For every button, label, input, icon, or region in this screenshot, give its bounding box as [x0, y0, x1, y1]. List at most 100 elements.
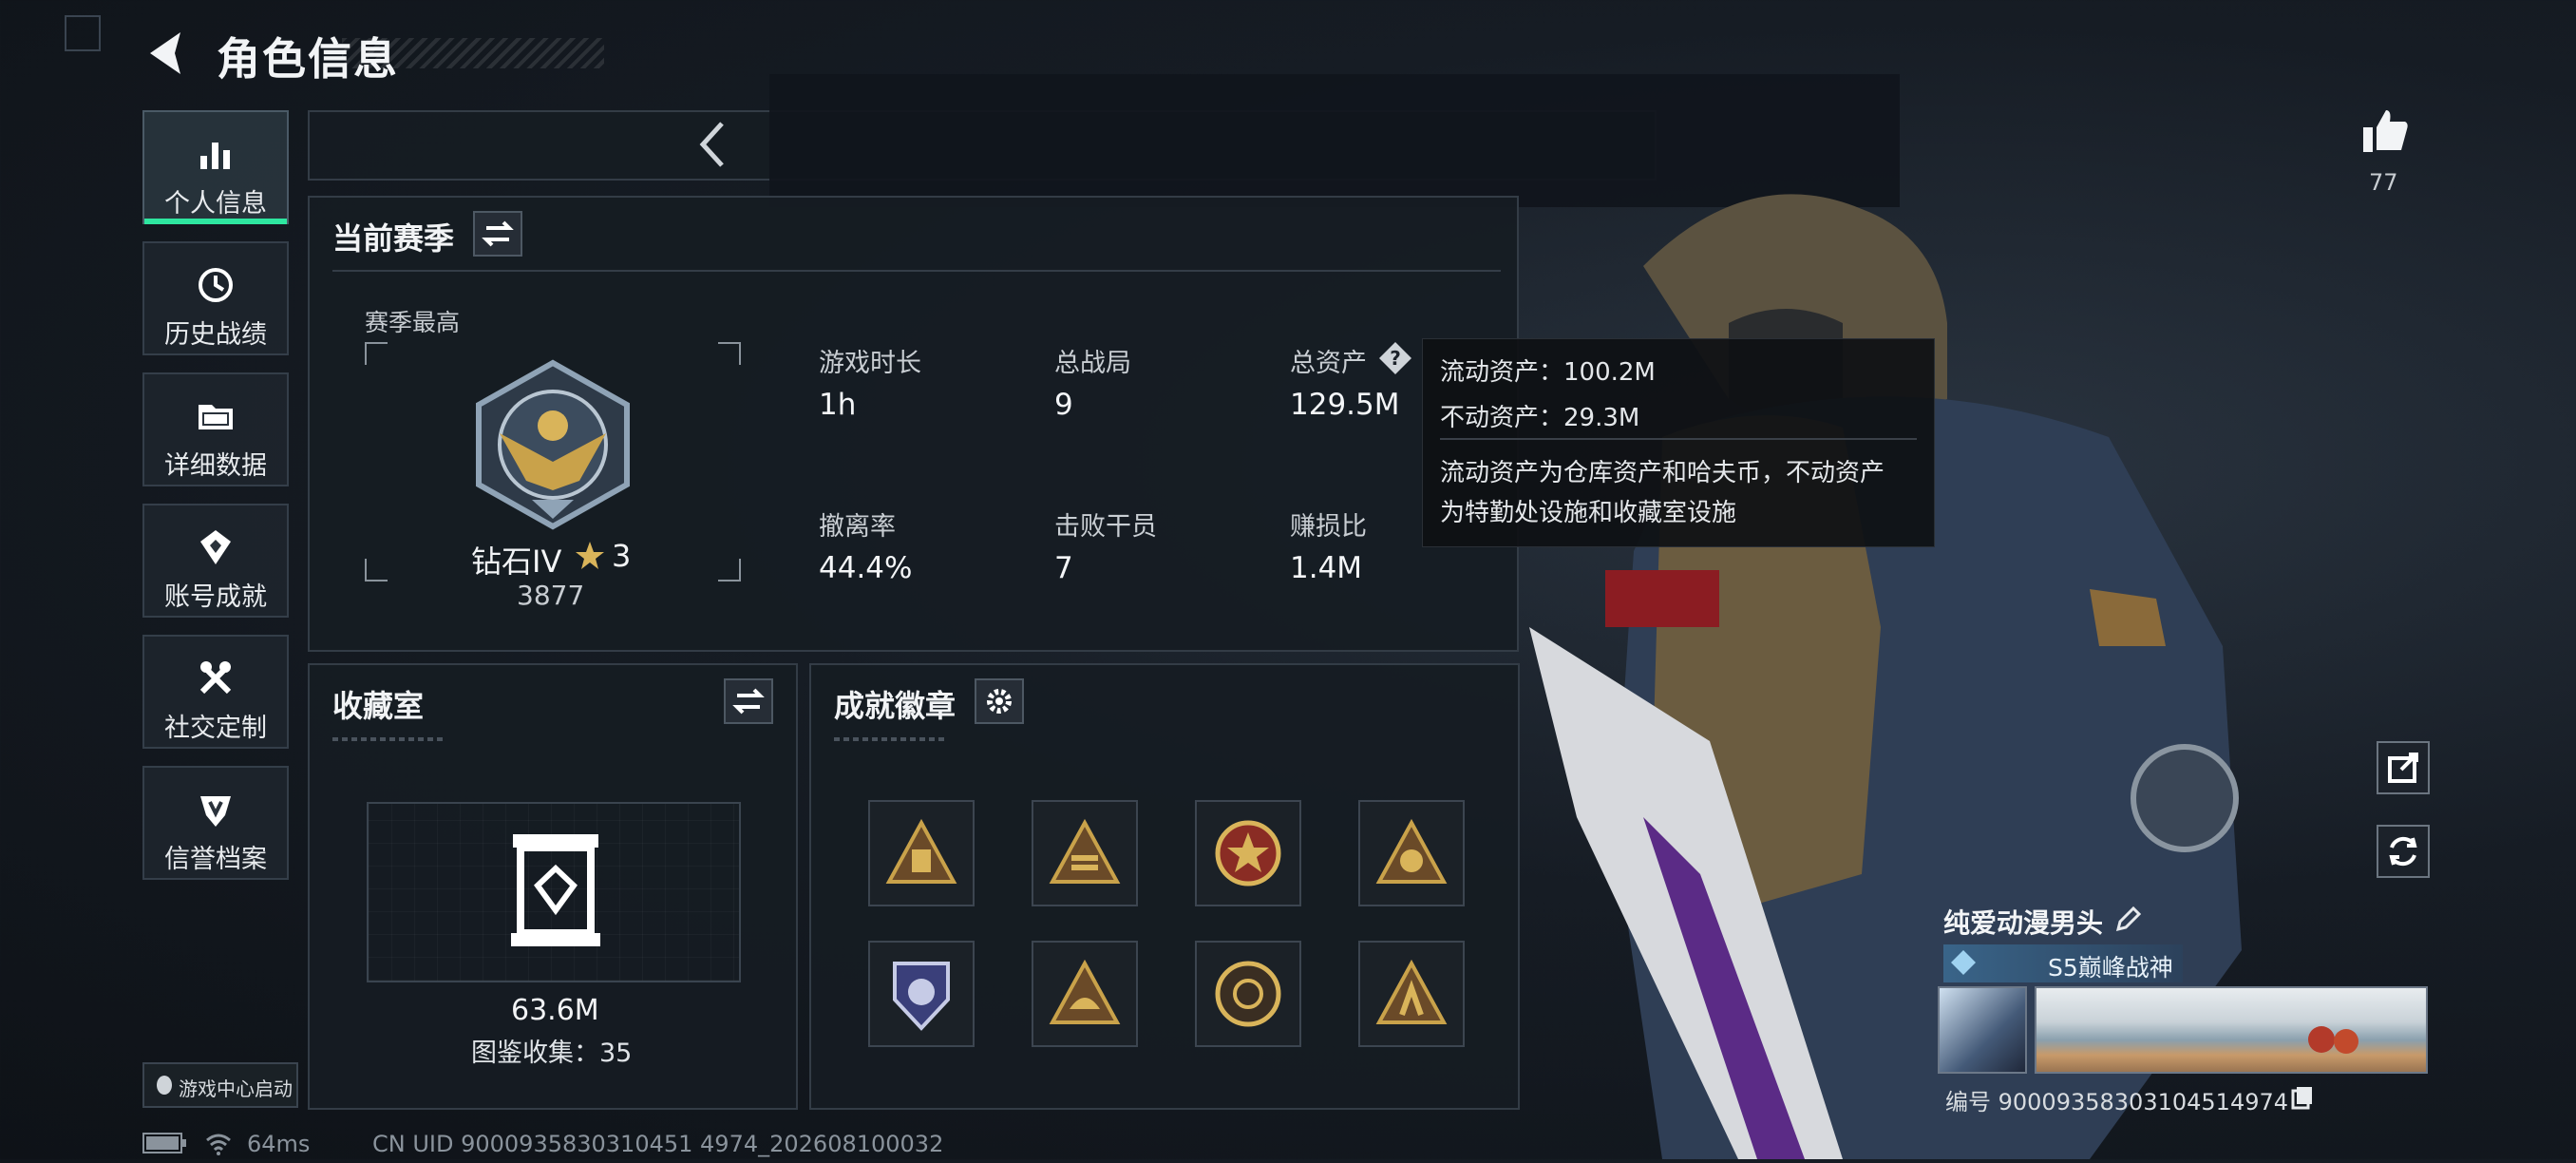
- window-corner-marker: [65, 15, 101, 51]
- badge-8[interactable]: [1358, 941, 1465, 1047]
- stat-value-total-assets: 129.5M: [1290, 388, 1400, 422]
- sidebar-item-label: 账号成就: [164, 582, 267, 612]
- collection-dots: [332, 737, 446, 741]
- tooltip-liquid-assets: 流动资产：100.2M: [1440, 358, 1656, 387]
- stat-value-total-matches: 9: [1054, 388, 1073, 422]
- collection-title: 收藏室: [332, 688, 425, 724]
- refresh-icon: [2389, 836, 2417, 867]
- player-title: S5巅峰战神: [2048, 954, 2173, 982]
- battery-icon: [142, 1133, 188, 1153]
- sidebar-item-personal-info[interactable]: 个人信息: [142, 110, 289, 224]
- copy-id-button[interactable]: [2289, 1083, 2316, 1110]
- stat-label-extraction-rate: 撤离率: [819, 512, 896, 542]
- share-icon: [2388, 753, 2418, 783]
- stat-label-profit-ratio: 赚损比: [1290, 512, 1367, 542]
- like-count: 77: [2369, 169, 2398, 196]
- pyramid-badge-icon: [1049, 959, 1121, 1024]
- achievements-dots: [834, 737, 948, 741]
- player-id: 编号 900093583031045149​74: [1945, 1089, 2289, 1115]
- pyramid-badge-icon: [1049, 818, 1121, 884]
- sidebar-item-label: 历史战绩: [164, 320, 267, 350]
- sidebar-item-label: 个人信息: [164, 189, 267, 219]
- sidebar-item-detailed-data[interactable]: 详细数据: [142, 372, 289, 486]
- sidebar-item-label: 详细数据: [164, 451, 267, 481]
- achievements-title: 成就徽章: [834, 688, 957, 724]
- share-button[interactable]: [2377, 741, 2430, 794]
- collection-preview[interactable]: [367, 802, 741, 982]
- rank-stars: 3: [612, 538, 632, 574]
- player-avatar[interactable]: [1938, 986, 2027, 1074]
- stat-value-operators-defeated: 7: [1054, 551, 1073, 585]
- sidebar-item-history[interactable]: 历史战绩: [142, 241, 289, 355]
- bar-chart-icon: [200, 143, 230, 169]
- pencil-icon: [2115, 906, 2142, 932]
- season-highest-label: 赛季最高: [365, 309, 461, 336]
- wifi-icon: [205, 1131, 232, 1155]
- player-banner[interactable]: [2035, 986, 2428, 1074]
- badge-4[interactable]: [1358, 800, 1465, 906]
- refresh-button[interactable]: [2377, 825, 2430, 878]
- tools-icon: [199, 661, 232, 695]
- stat-label-total-matches: 总战局: [1054, 349, 1131, 378]
- badge-5[interactable]: [868, 941, 975, 1047]
- pyramid-badge-icon: [885, 818, 957, 884]
- collapse-chevron-button[interactable]: [693, 118, 731, 171]
- back-button[interactable]: [142, 27, 190, 80]
- history-icon: [199, 268, 233, 302]
- stat-label-playtime: 游戏时长: [819, 349, 921, 378]
- uid-text: CN UID 9000935830310451 4974_20260810003…: [372, 1131, 944, 1157]
- title-emblem-icon: [1949, 948, 1978, 977]
- season-title: 当前赛季: [332, 220, 455, 257]
- folder-icon: [199, 405, 233, 429]
- stat-value-playtime: 1h: [819, 388, 857, 422]
- tooltip-fixed-assets: 不动资产：29.3M: [1440, 404, 1640, 432]
- svg-text:?: ?: [1390, 347, 1401, 370]
- sidebar-item-achievements[interactable]: 账号成就: [142, 504, 289, 618]
- swap-icon: [732, 688, 765, 715]
- rank-score: 3877: [517, 580, 585, 611]
- gear-icon: [987, 689, 1012, 714]
- title-decoration: [342, 38, 604, 68]
- badge-7[interactable]: [1195, 941, 1301, 1047]
- round-star-badge-icon: [1215, 820, 1281, 887]
- badge-1[interactable]: [868, 800, 975, 906]
- season-divider: [332, 270, 1501, 272]
- player-title-plate: S5巅峰战神: [1943, 944, 2183, 982]
- tooltip-description-line1: 流动资产为仓库资产和哈夫币，不动资产: [1440, 459, 1885, 487]
- help-button[interactable]: ?: [1377, 340, 1413, 376]
- stat-label-operators-defeated: 击败干员: [1054, 512, 1157, 542]
- rank-emblem: [465, 357, 640, 532]
- shield-badge-icon: [893, 962, 950, 1031]
- chevron-left-icon: [699, 122, 724, 167]
- qq-icon: [154, 1074, 175, 1096]
- sidebar-item-label: 社交定制: [164, 714, 267, 743]
- stat-value-extraction-rate: 44.4%: [819, 551, 913, 585]
- sidebar-item-reputation[interactable]: 信誉档案: [142, 766, 289, 880]
- game-center-button[interactable]: 游戏中心启动: [142, 1062, 298, 1108]
- badge-2[interactable]: [1032, 800, 1138, 906]
- collection-switch-button[interactable]: [724, 678, 773, 724]
- sidebar-item-social-custom[interactable]: 社交定制: [142, 635, 289, 749]
- season-switch-button[interactable]: [473, 211, 522, 257]
- sidebar-item-label: 信誉档案: [164, 845, 267, 874]
- edit-name-button[interactable]: [2112, 905, 2143, 935]
- achievements-settings-button[interactable]: [975, 678, 1024, 724]
- tooltip-description-line2: 为特勤处设施和收藏室设施: [1440, 499, 1737, 527]
- like-button[interactable]: [2359, 105, 2413, 158]
- player-name: 纯爱动漫男头: [1943, 907, 2104, 939]
- badge-6[interactable]: [1032, 941, 1138, 1047]
- swap-icon: [482, 220, 514, 247]
- tooltip-divider: [1440, 438, 1917, 440]
- back-arrow-icon: [150, 32, 180, 74]
- game-center-label: 游戏中心启动: [179, 1077, 293, 1100]
- thumbs-up-icon: [2363, 110, 2408, 152]
- badge-3[interactable]: [1195, 800, 1301, 906]
- pyramid-badge-icon: [1375, 818, 1448, 884]
- collection-value: 63.6M: [511, 994, 599, 1027]
- achievement-icon: [200, 530, 231, 564]
- round-badge-icon: [1215, 961, 1281, 1027]
- ping-text: 64ms: [247, 1131, 311, 1157]
- shield-icon: [200, 796, 231, 827]
- copy-icon: [2291, 1087, 2312, 1110]
- pyramid-badge-icon: [1375, 959, 1448, 1024]
